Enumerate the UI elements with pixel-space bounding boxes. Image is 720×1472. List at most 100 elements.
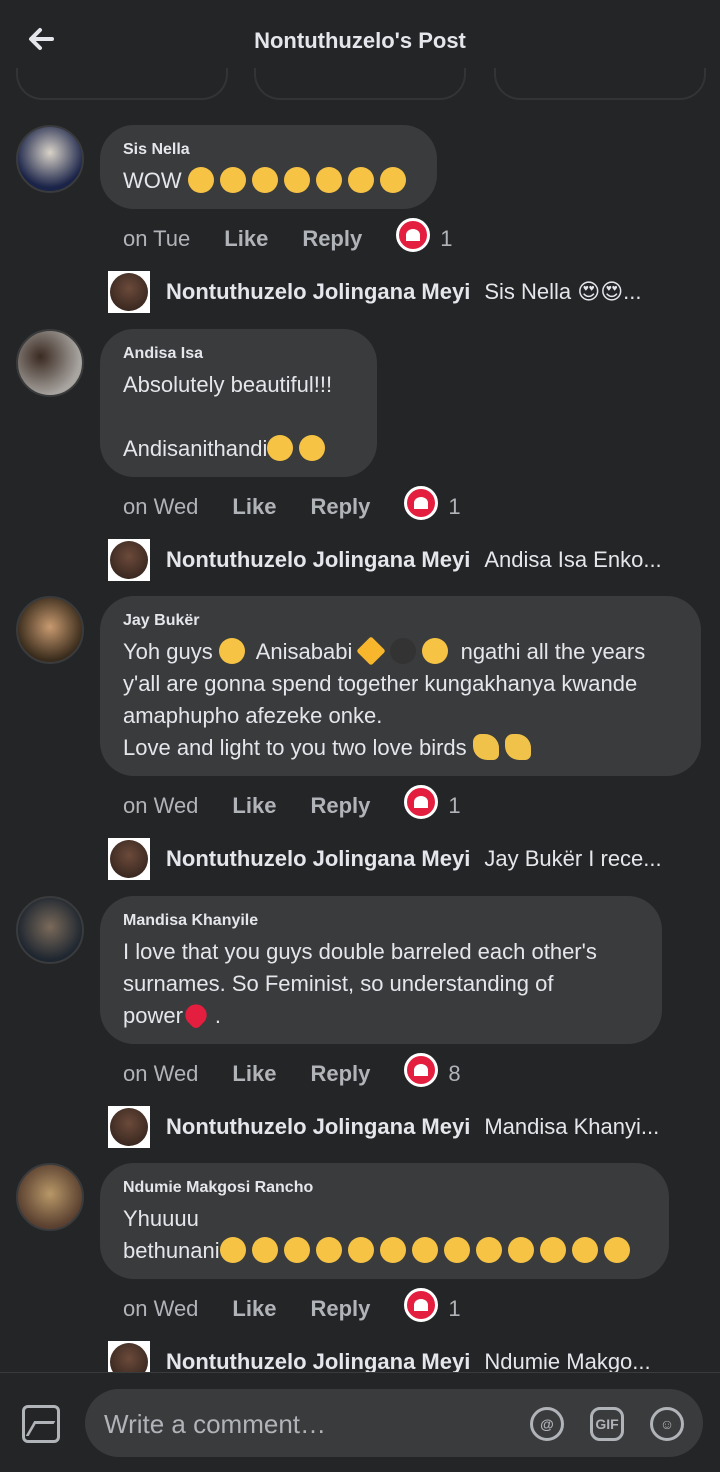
reaction-count[interactable]: 1 bbox=[448, 793, 460, 819]
like-button[interactable]: Like bbox=[232, 494, 276, 520]
heart-reaction-icon[interactable] bbox=[396, 218, 431, 252]
avatar bbox=[108, 1106, 150, 1148]
comment-author[interactable]: Sis Nella bbox=[123, 141, 413, 159]
smiling-hearts-emoji-icon bbox=[219, 167, 246, 193]
star-eyes-emoji-icon bbox=[539, 1237, 566, 1263]
comment-actions: on Wed Like Reply 1 bbox=[123, 486, 461, 524]
avatar[interactable] bbox=[16, 1163, 84, 1231]
comment-time: on Wed bbox=[123, 1061, 199, 1086]
photo-icon[interactable] bbox=[22, 1405, 60, 1443]
hand-over-mouth-emoji-icon bbox=[299, 435, 326, 461]
reply-preview[interactable]: Nontuthuzelo Jolingana Meyi Jay Bukër I … bbox=[108, 837, 708, 881]
reaction-tab[interactable] bbox=[16, 68, 228, 100]
comment-actions: on Wed Like Reply 1 bbox=[123, 1288, 461, 1326]
heart-reaction-icon[interactable] bbox=[404, 1288, 439, 1322]
comment-bubble[interactable]: Ndumie Makgosi Rancho Yhuuuu bethunani bbox=[100, 1163, 669, 1279]
page-title: Nontuthuzelo's Post bbox=[254, 28, 466, 53]
comment-bubble[interactable]: Mandisa Khanyile I love that you guys do… bbox=[100, 896, 662, 1044]
weary-face-emoji-icon bbox=[283, 1237, 310, 1263]
smiling-hearts-emoji-icon bbox=[347, 1237, 374, 1263]
star-eyes-emoji-icon bbox=[571, 1237, 598, 1263]
comment-bubble[interactable]: Andisa Isa Absolutely beautiful!!! Andis… bbox=[100, 329, 377, 477]
weary-face-emoji-icon bbox=[219, 1237, 246, 1263]
comment-bubble[interactable]: Sis Nella WOW bbox=[100, 125, 437, 209]
comment-actions: on Wed Like Reply 8 bbox=[123, 1053, 461, 1091]
reaction-tab[interactable] bbox=[494, 68, 706, 100]
comment-time: on Wed bbox=[123, 1296, 199, 1321]
reaction-tab[interactable] bbox=[254, 68, 466, 100]
comment-actions: on Tue Like Reply 1 bbox=[123, 218, 452, 256]
star-eyes-emoji-icon bbox=[422, 638, 449, 664]
comment-actions: on Wed Like Reply 1 bbox=[123, 785, 461, 823]
reply-author: Nontuthuzelo Jolingana Meyi bbox=[166, 846, 471, 871]
comment-author[interactable]: Ndumie Makgosi Rancho bbox=[123, 1179, 645, 1197]
reply-button[interactable]: Reply bbox=[310, 1061, 370, 1087]
clapping-hands-emoji-icon bbox=[472, 734, 499, 760]
reply-author: Nontuthuzelo Jolingana Meyi bbox=[166, 1114, 471, 1139]
avatar[interactable] bbox=[16, 896, 84, 964]
like-button[interactable]: Like bbox=[224, 226, 268, 252]
like-button[interactable]: Like bbox=[232, 793, 276, 819]
comment-text: WOW bbox=[123, 165, 413, 197]
comment-author[interactable]: Jay Bukër bbox=[123, 612, 677, 630]
reply-button[interactable]: Reply bbox=[302, 226, 362, 252]
comment-composer: Write a comment… @ GIF ☺ bbox=[0, 1372, 720, 1472]
weary-face-emoji-icon bbox=[251, 1237, 278, 1263]
avatar bbox=[108, 838, 150, 880]
comment-time: on Tue bbox=[123, 226, 191, 251]
heart-reaction-icon[interactable] bbox=[404, 486, 439, 520]
smiling-hearts-emoji-icon bbox=[187, 167, 214, 193]
avatar[interactable] bbox=[16, 125, 84, 193]
comment-input[interactable]: Write a comment… @ GIF ☺ bbox=[85, 1389, 703, 1457]
at-icon[interactable]: @ bbox=[530, 1407, 564, 1441]
reply-button[interactable]: Reply bbox=[310, 1296, 370, 1322]
star-eyes-emoji-icon bbox=[603, 1237, 630, 1263]
comment-bubble[interactable]: Jay Bukër Yoh guys Anisababi ngathi all … bbox=[100, 596, 701, 776]
collision-emoji-icon bbox=[356, 636, 387, 666]
smiling-hearts-emoji-icon bbox=[251, 167, 278, 193]
avatar bbox=[108, 271, 150, 313]
smiling-hearts-emoji-icon bbox=[411, 1237, 438, 1263]
smiling-hearts-emoji-icon bbox=[283, 167, 310, 193]
reaction-count[interactable]: 1 bbox=[448, 1296, 460, 1322]
smiling-hearts-emoji-icon bbox=[379, 167, 406, 193]
comment-time: on Wed bbox=[123, 494, 199, 519]
like-button[interactable]: Like bbox=[232, 1061, 276, 1087]
comment-text: I love that you guys double barreled eac… bbox=[123, 936, 638, 1032]
avatar[interactable] bbox=[16, 329, 84, 397]
reply-preview[interactable]: Nontuthuzelo Jolingana Meyi Mandisa Khan… bbox=[108, 1105, 708, 1149]
heart-reaction-icon[interactable] bbox=[404, 785, 439, 819]
like-button[interactable]: Like bbox=[232, 1296, 276, 1322]
smiling-hearts-emoji-icon bbox=[347, 167, 374, 193]
emoji-icon[interactable]: ☺ bbox=[650, 1407, 684, 1441]
star-eyes-emoji-icon bbox=[218, 638, 245, 664]
comment-author[interactable]: Andisa Isa bbox=[123, 345, 353, 363]
bomb-emoji-icon bbox=[390, 638, 417, 664]
gif-icon[interactable]: GIF bbox=[590, 1407, 624, 1441]
reaction-count[interactable]: 8 bbox=[448, 1061, 460, 1087]
reply-button[interactable]: Reply bbox=[310, 494, 370, 520]
reply-preview[interactable]: Nontuthuzelo Jolingana Meyi Sis Nella 😍😍… bbox=[108, 270, 708, 314]
avatar[interactable] bbox=[16, 596, 84, 664]
reply-text: Mandisa Khanyi... bbox=[484, 1114, 660, 1139]
star-eyes-emoji-icon bbox=[507, 1237, 534, 1263]
reaction-count[interactable]: 1 bbox=[440, 226, 452, 252]
comment-author[interactable]: Mandisa Khanyile bbox=[123, 912, 638, 930]
reaction-count[interactable]: 1 bbox=[448, 494, 460, 520]
reply-text: Andisa Isa Enko... bbox=[484, 547, 662, 572]
reply-preview[interactable]: Nontuthuzelo Jolingana Meyi Andisa Isa E… bbox=[108, 538, 708, 582]
comment-text: Yhuuuu bethunani bbox=[123, 1203, 645, 1267]
comment-time: on Wed bbox=[123, 793, 199, 818]
smiling-hearts-emoji-icon bbox=[379, 1237, 406, 1263]
reply-text: Jay Bukër I rece... bbox=[484, 846, 662, 871]
star-eyes-emoji-icon bbox=[267, 435, 294, 461]
comment-text: Yoh guys Anisababi ngathi all the years y… bbox=[123, 636, 677, 764]
reply-author: Nontuthuzelo Jolingana Meyi bbox=[166, 279, 471, 304]
comment-text: Absolutely beautiful!!! Andisanithandi bbox=[123, 372, 333, 461]
star-eyes-emoji-icon bbox=[475, 1237, 502, 1263]
red-heart-emoji-icon bbox=[180, 999, 211, 1031]
heart-reaction-icon[interactable] bbox=[404, 1053, 439, 1087]
clapping-hands-emoji-icon bbox=[504, 734, 531, 760]
header: Nontuthuzelo's Post bbox=[0, 0, 720, 100]
reply-button[interactable]: Reply bbox=[310, 793, 370, 819]
